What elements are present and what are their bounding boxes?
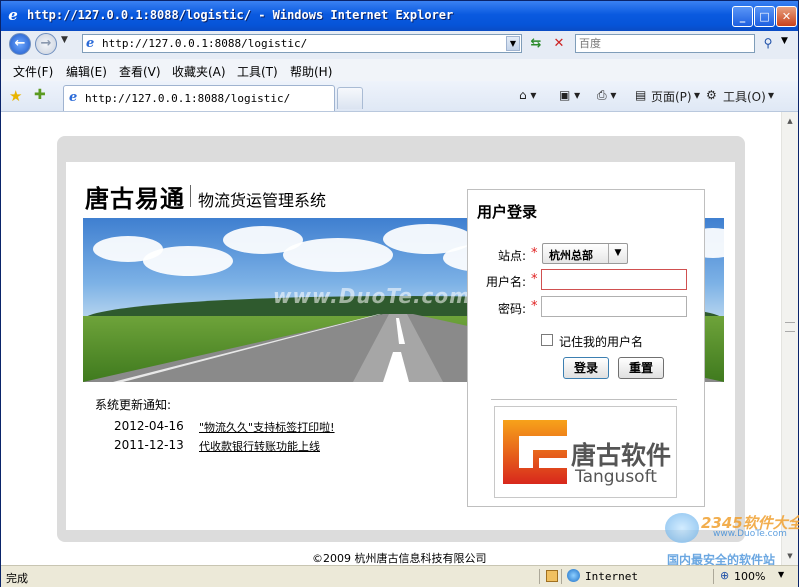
notice-title: 系统更新通知: bbox=[95, 398, 172, 412]
minimize-button[interactable]: _ bbox=[732, 6, 753, 27]
search-options-dropdown[interactable]: ▼ bbox=[781, 36, 788, 46]
site-label: 站点: bbox=[498, 249, 527, 263]
page-icon: e bbox=[86, 36, 95, 51]
page-menu-button[interactable]: 页面(P) bbox=[651, 88, 692, 105]
login-button[interactable]: 登录 bbox=[563, 357, 609, 379]
status-divider bbox=[561, 569, 562, 584]
search-icon[interactable]: ⚲ bbox=[759, 34, 777, 53]
login-title: 用户登录 bbox=[477, 203, 538, 221]
scroll-down-icon[interactable]: ▼ bbox=[783, 548, 797, 564]
tools-menu-button[interactable]: 工具(O) bbox=[723, 88, 766, 105]
site-required-mark: * bbox=[531, 246, 538, 261]
chevron-down-icon: ▼ bbox=[608, 244, 627, 263]
security-zone-label[interactable]: Internet bbox=[585, 570, 638, 583]
menu-help[interactable]: 帮助(H) bbox=[290, 63, 332, 80]
favorites-star-icon[interactable]: ★ bbox=[9, 87, 22, 105]
notice-link[interactable]: 代收款银行转账功能上线 bbox=[199, 438, 320, 454]
username-label: 用户名: bbox=[486, 275, 527, 289]
tangusoft-logo-icon bbox=[503, 420, 567, 484]
ie-logo-icon: e bbox=[8, 6, 18, 24]
status-divider bbox=[713, 569, 714, 584]
page-menu-dropdown-icon[interactable]: ▾ bbox=[694, 88, 700, 102]
window-title: http://127.0.0.1:8088/logistic/ - Window… bbox=[27, 8, 454, 22]
status-text: 完成 bbox=[6, 572, 28, 585]
site-select-value: 杭州总部 bbox=[549, 249, 593, 262]
copyright-footer: ©2009 杭州唐古信息科技有限公司 bbox=[312, 552, 487, 565]
title-bar: e http://127.0.0.1:8088/logistic/ - Wind… bbox=[1, 1, 798, 31]
zoom-level[interactable]: 100% bbox=[734, 570, 765, 583]
address-field[interactable]: e http://127.0.0.1:8088/logistic/ ▼ bbox=[82, 34, 522, 53]
username-required-mark: * bbox=[531, 272, 538, 287]
scroll-up-icon[interactable]: ▲ bbox=[783, 113, 797, 129]
internet-zone-icon bbox=[567, 569, 580, 582]
password-field[interactable] bbox=[541, 296, 687, 317]
page-menu-icon[interactable]: ▤ bbox=[635, 88, 646, 102]
remember-checkbox[interactable] bbox=[541, 334, 553, 346]
print-icon[interactable]: ⎙ ▾ bbox=[597, 88, 616, 103]
logo-english-text: Tangusoft bbox=[575, 467, 657, 487]
tab-bar: ★ ✚ e http://127.0.0.1:8088/logistic/ ⌂ … bbox=[1, 81, 798, 112]
zoom-icon[interactable]: ⊕ bbox=[720, 569, 729, 582]
home-icon[interactable]: ⌂ ▾ bbox=[519, 88, 536, 102]
banner-watermark: www.DuoTe.com bbox=[273, 284, 471, 308]
search-input[interactable] bbox=[579, 36, 749, 51]
status-divider bbox=[539, 569, 540, 584]
reset-button[interactable]: 重置 bbox=[618, 357, 664, 379]
login-divider bbox=[491, 399, 677, 400]
password-label: 密码: bbox=[498, 302, 527, 316]
ie-window: e http://127.0.0.1:8088/logistic/ - Wind… bbox=[0, 0, 799, 587]
zoom-dropdown-icon[interactable]: ▼ bbox=[778, 570, 784, 579]
address-url[interactable]: http://127.0.0.1:8088/logistic/ bbox=[102, 37, 307, 50]
brand-divider bbox=[190, 185, 191, 207]
password-required-mark: * bbox=[531, 299, 538, 314]
notice-date: 2011-12-13 bbox=[114, 438, 184, 452]
menu-tools[interactable]: 工具(T) bbox=[237, 63, 278, 80]
protected-mode-icon[interactable] bbox=[546, 570, 558, 582]
add-favorites-icon[interactable]: ✚ bbox=[34, 87, 46, 103]
menu-favorites[interactable]: 收藏夹(A) bbox=[172, 63, 226, 80]
scroll-grip[interactable] bbox=[785, 322, 795, 332]
brand-subtitle: 物流货运管理系统 bbox=[198, 191, 327, 210]
notice-link[interactable]: "物流久久"支持标签打印啦! bbox=[199, 419, 335, 435]
tab-label: http://127.0.0.1:8088/logistic/ bbox=[85, 92, 291, 105]
address-toolbar: ← → ▼ e http://127.0.0.1:8088/logistic/ … bbox=[1, 31, 798, 60]
close-button[interactable]: ✕ bbox=[776, 6, 797, 27]
menu-edit[interactable]: 编辑(E) bbox=[66, 63, 107, 80]
banner-cloud bbox=[143, 246, 233, 276]
notice-date: 2012-04-16 bbox=[114, 419, 184, 433]
username-field[interactable] bbox=[541, 269, 687, 290]
tab-page-icon: e bbox=[69, 90, 78, 105]
tools-menu-dropdown-icon[interactable]: ▾ bbox=[768, 88, 774, 102]
search-field[interactable] bbox=[575, 34, 755, 53]
vertical-scrollbar[interactable]: ▲ ▼ bbox=[781, 112, 798, 565]
feeds-icon[interactable]: ▣ ▾ bbox=[559, 88, 580, 102]
tab-logistic[interactable]: e http://127.0.0.1:8088/logistic/ bbox=[63, 85, 335, 111]
menu-bar: 文件(F) 编辑(E) 查看(V) 收藏夹(A) 工具(T) 帮助(H) bbox=[1, 59, 798, 82]
new-tab-button[interactable] bbox=[337, 87, 363, 109]
back-button[interactable]: ← bbox=[9, 33, 31, 55]
stop-icon[interactable]: ✕ bbox=[550, 35, 568, 53]
brand-name: 唐古易通 bbox=[85, 184, 185, 213]
site-select[interactable]: 杭州总部 ▼ bbox=[542, 243, 628, 264]
menu-file[interactable]: 文件(F) bbox=[13, 63, 53, 80]
forward-button[interactable]: → bbox=[35, 33, 57, 55]
tools-gear-icon[interactable]: ⚙ bbox=[706, 88, 717, 102]
recent-pages-dropdown[interactable]: ▼ bbox=[61, 35, 68, 45]
status-bar: 完成 Internet ⊕ 100% ▼ bbox=[1, 565, 798, 587]
address-dropdown-icon[interactable]: ▼ bbox=[506, 36, 520, 51]
remember-label[interactable]: 记住我的用户名 bbox=[559, 333, 643, 350]
menu-view[interactable]: 查看(V) bbox=[119, 63, 161, 80]
banner-cloud bbox=[283, 238, 393, 272]
maximize-button[interactable]: □ bbox=[754, 6, 775, 27]
refresh-icon[interactable]: ⇆ bbox=[527, 35, 545, 53]
